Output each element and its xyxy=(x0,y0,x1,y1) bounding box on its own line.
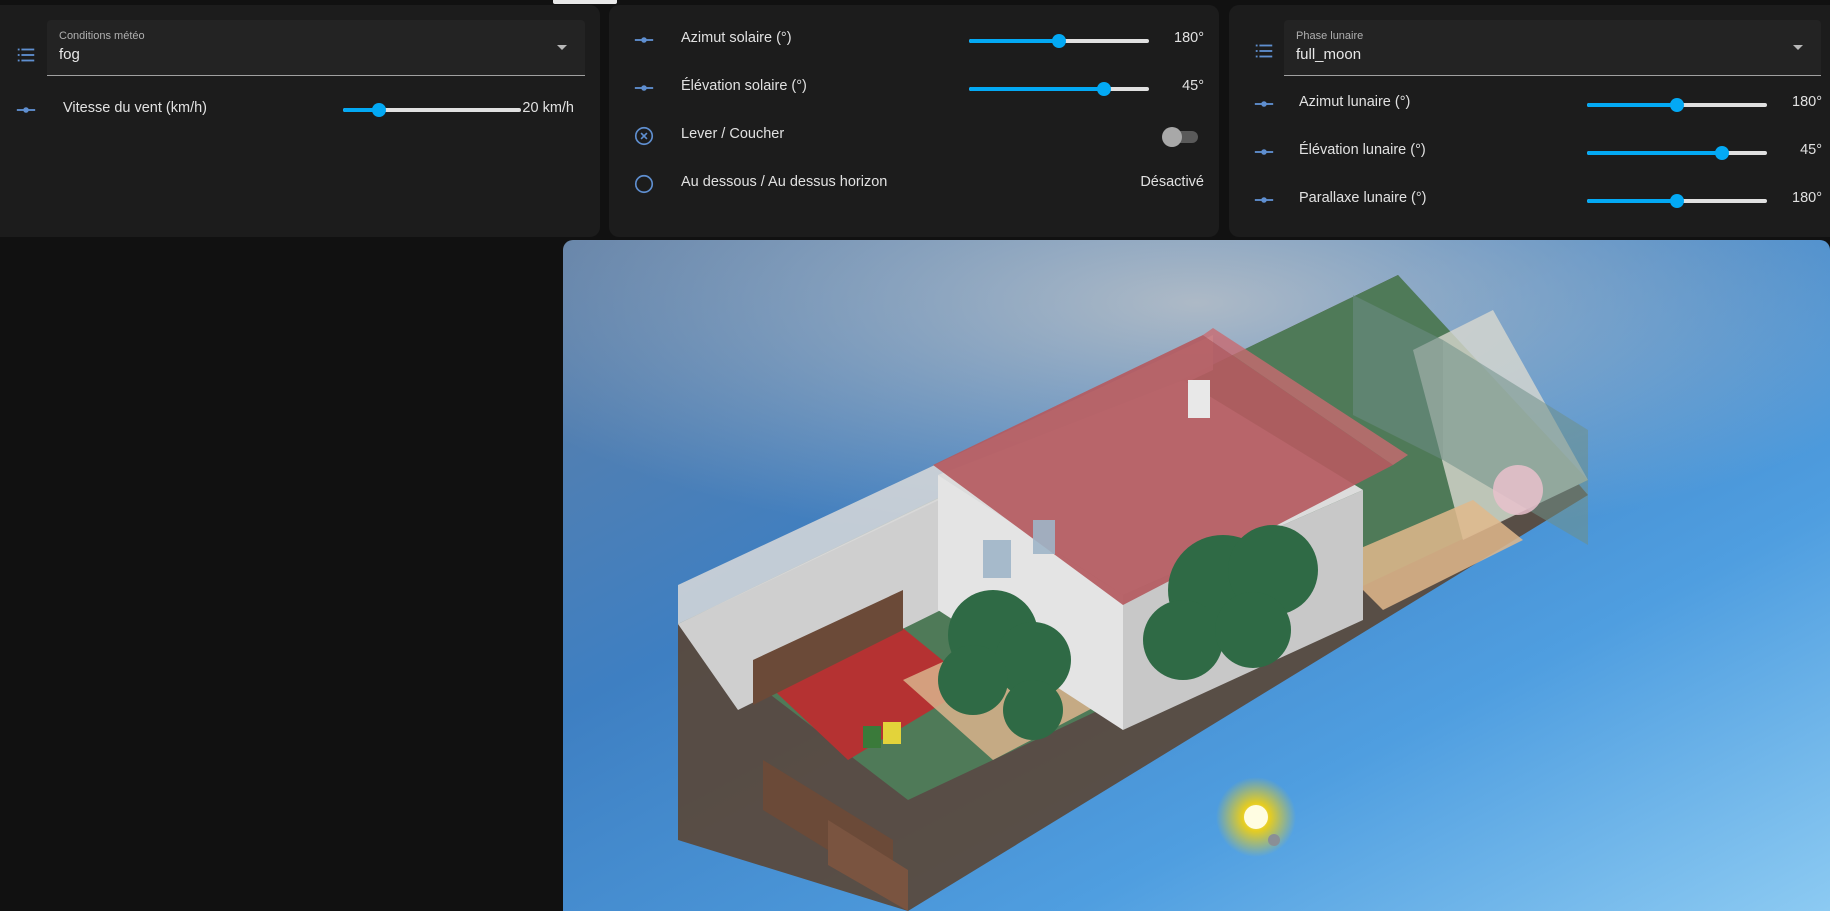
list-icon xyxy=(13,42,39,68)
house-scene-view[interactable] xyxy=(563,240,1830,911)
slider-thumb[interactable] xyxy=(1715,146,1729,160)
active-tab-indicator xyxy=(553,0,617,4)
moon-elevation-label: Élévation lunaire (°) xyxy=(1299,142,1426,158)
sun-card: Azimut solaire (°) 180° Élévation solair… xyxy=(609,5,1219,237)
sun-elevation-value: 45° xyxy=(1182,78,1204,94)
slider-icon xyxy=(1251,187,1277,213)
sun-rise-set-label: Lever / Coucher xyxy=(681,126,785,142)
moon-card: Phase lunaire full_moon Azimut lunaire (… xyxy=(1229,5,1830,237)
moon-parallax-label: Parallaxe lunaire (°) xyxy=(1299,190,1427,206)
sun-azimuth-value: 180° xyxy=(1174,30,1204,46)
slider-icon xyxy=(1251,139,1277,165)
isometric-house-scene xyxy=(563,240,1830,911)
sun-horizon-label: Au dessous / Au dessus horizon xyxy=(681,174,888,190)
weather-conditions-value: fog xyxy=(59,46,80,63)
green-bin xyxy=(863,726,881,748)
weather-conditions-label: Conditions météo xyxy=(59,30,145,42)
weather-card: Conditions météo fog Vitesse du vent (km… xyxy=(0,5,600,237)
slider-thumb[interactable] xyxy=(1052,34,1066,48)
sun-azimuth-label: Azimut solaire (°) xyxy=(681,30,792,46)
wind-speed-label: Vitesse du vent (km/h) xyxy=(63,100,207,116)
slider-thumb[interactable] xyxy=(1670,98,1684,112)
slider-fill xyxy=(1587,103,1677,107)
sun-azimuth-slider[interactable] xyxy=(969,31,1149,51)
blossom-tree xyxy=(1493,465,1543,515)
sun-elevation-slider[interactable] xyxy=(969,79,1149,99)
slider-icon xyxy=(631,27,657,53)
circle-outline-icon xyxy=(631,171,657,197)
moon-azimuth-slider[interactable] xyxy=(1587,95,1767,115)
slider-thumb[interactable] xyxy=(371,103,386,117)
sun-icon xyxy=(1244,805,1268,829)
slider-fill xyxy=(1587,151,1722,155)
close-circle-outline-icon xyxy=(631,123,657,149)
toggle-knob[interactable] xyxy=(1162,127,1182,147)
chevron-down-icon[interactable] xyxy=(557,45,567,50)
slider-thumb[interactable] xyxy=(1670,194,1684,208)
moon-azimuth-value: 180° xyxy=(1792,94,1822,110)
slider-icon xyxy=(1251,91,1277,117)
slider-fill xyxy=(1587,199,1677,203)
moon-elevation-value: 45° xyxy=(1800,142,1822,158)
sun-elevation-label: Élévation solaire (°) xyxy=(681,78,807,94)
moon-parallax-value: 180° xyxy=(1792,190,1822,206)
moon-phase-select[interactable]: Phase lunaire full_moon xyxy=(1284,20,1821,76)
slider-thumb[interactable] xyxy=(1097,82,1111,96)
yellow-bin xyxy=(883,722,901,744)
slider-fill xyxy=(969,87,1104,91)
list-icon xyxy=(1251,38,1277,64)
chimney xyxy=(1188,380,1210,418)
chevron-down-icon[interactable] xyxy=(1793,45,1803,50)
sun-horizon-value: Désactivé xyxy=(1140,174,1204,190)
moon-phase-label: Phase lunaire xyxy=(1296,30,1364,42)
window xyxy=(1033,520,1055,554)
slider-fill xyxy=(969,39,1059,43)
sun-rise-set-toggle[interactable] xyxy=(1162,127,1198,147)
moon-elevation-slider[interactable] xyxy=(1587,143,1767,163)
slider-icon xyxy=(631,75,657,101)
weather-conditions-select[interactable]: Conditions météo fog xyxy=(47,20,585,76)
moon-azimuth-label: Azimut lunaire (°) xyxy=(1299,94,1411,110)
slider-icon xyxy=(13,97,39,123)
wind-speed-value: 20 km/h xyxy=(522,100,574,116)
window xyxy=(983,540,1011,578)
wind-speed-slider[interactable] xyxy=(343,100,521,120)
moon-icon xyxy=(1268,834,1280,846)
moon-parallax-slider[interactable] xyxy=(1587,191,1767,211)
moon-phase-value: full_moon xyxy=(1296,46,1362,63)
